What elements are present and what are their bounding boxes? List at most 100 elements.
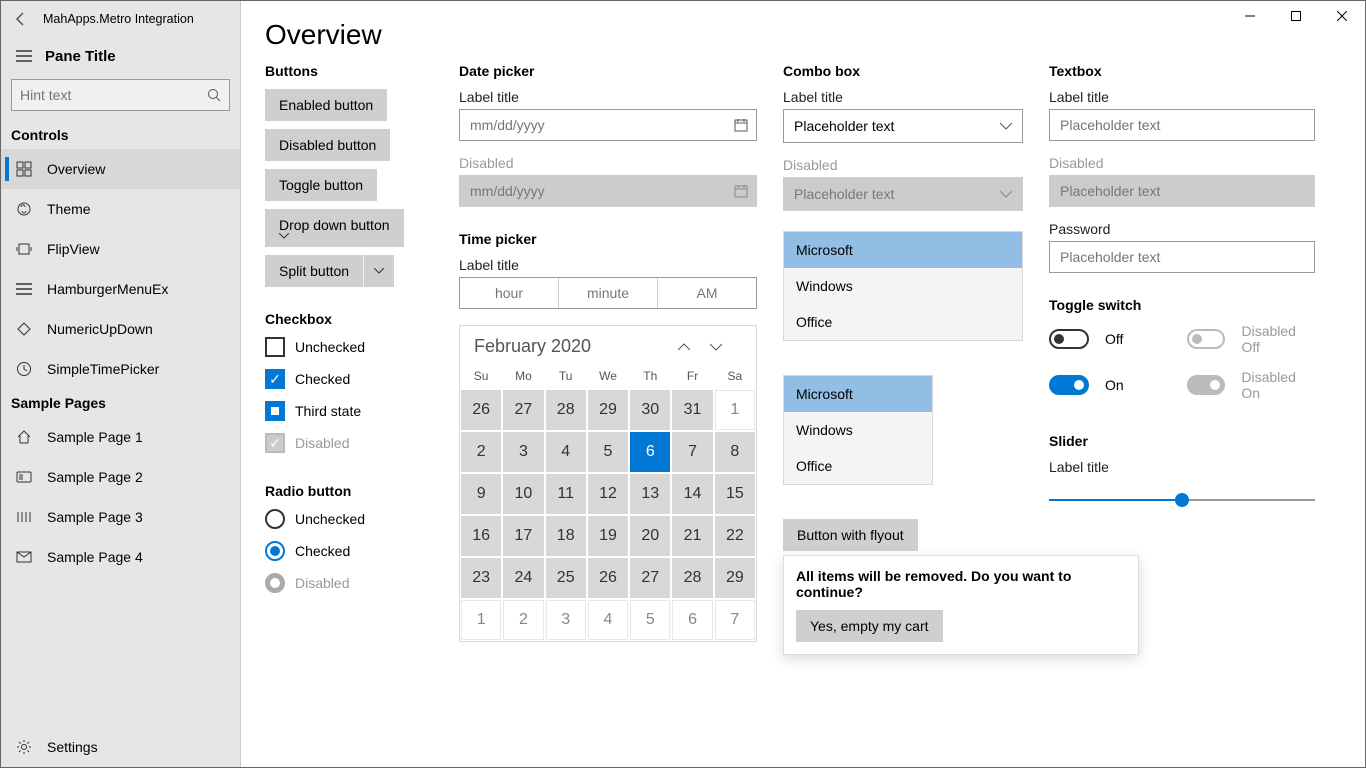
calendar-day[interactable]: 24	[502, 557, 544, 599]
calendar-day[interactable]: 3	[502, 431, 544, 473]
calendar-day[interactable]: 23	[460, 557, 502, 599]
calendar-day[interactable]: 18	[545, 515, 587, 557]
calendar-day[interactable]: 20	[629, 515, 671, 557]
calendar-day[interactable]: 11	[545, 473, 587, 515]
flyout-confirm-button[interactable]: Yes, empty my cart	[796, 610, 943, 642]
nav-item-sample-2[interactable]: Sample Page 2	[1, 457, 240, 497]
calendar-day[interactable]: 27	[502, 389, 544, 431]
timepicker-input[interactable]: hour minute AM	[459, 277, 757, 309]
calendar-day[interactable]: 5	[629, 599, 671, 641]
calendar-day[interactable]: 19	[587, 515, 629, 557]
nav-item-sample-3[interactable]: Sample Page 3	[1, 497, 240, 537]
enabled-button[interactable]: Enabled button	[265, 89, 387, 121]
nav-icon	[15, 240, 33, 258]
radio-checked[interactable]: Checked	[265, 541, 433, 561]
calendar-next-button[interactable]	[710, 343, 742, 351]
radio-unchecked[interactable]: Unchecked	[265, 509, 433, 529]
list-item[interactable]: Windows	[784, 412, 932, 448]
calendar-day[interactable]: 31	[671, 389, 713, 431]
calendar-day[interactable]: 28	[545, 389, 587, 431]
calendar-day[interactable]: 14	[671, 473, 713, 515]
calendar-day[interactable]: 17	[502, 515, 544, 557]
calendar-day[interactable]: 21	[671, 515, 713, 557]
calendar-day[interactable]: 29	[714, 557, 756, 599]
calendar-day[interactable]: 4	[545, 431, 587, 473]
combo-disabled-label: Disabled	[783, 157, 1023, 173]
gear-icon	[15, 738, 33, 756]
calendar-day[interactable]: 12	[587, 473, 629, 515]
calendar-day[interactable]: 6	[629, 431, 671, 473]
textbox-disabled-label: Disabled	[1049, 155, 1315, 171]
nav-label: Sample Page 4	[47, 549, 143, 565]
list-item[interactable]: Windows	[784, 268, 1022, 304]
toggle-button[interactable]: Toggle button	[265, 169, 377, 201]
calendar-day[interactable]: 13	[629, 473, 671, 515]
chevron-down-icon[interactable]	[363, 255, 394, 287]
checkbox-unchecked[interactable]: Unchecked	[265, 337, 433, 357]
calendar-day[interactable]: 16	[460, 515, 502, 557]
calendar-day[interactable]: 26	[460, 389, 502, 431]
listbox-narrow[interactable]: MicrosoftWindowsOffice	[783, 375, 933, 485]
nav-item-numericupdown[interactable]: NumericUpDown	[1, 309, 240, 349]
calendar-day[interactable]: 3	[545, 599, 587, 641]
textbox-input[interactable]	[1049, 109, 1315, 141]
calendar-day[interactable]: 25	[545, 557, 587, 599]
calendar[interactable]: February 2020 SuMoTuWeThFrSa262728293031…	[459, 325, 757, 642]
nav-item-theme[interactable]: Theme	[1, 189, 240, 229]
list-item[interactable]: Microsoft	[784, 376, 932, 412]
minimize-button[interactable]	[1227, 1, 1273, 31]
search-input[interactable]	[11, 79, 230, 111]
back-button[interactable]	[9, 7, 33, 31]
calendar-day[interactable]: 15	[714, 473, 756, 515]
toggle-off[interactable]: Off	[1049, 323, 1177, 355]
nav-label: FlipView	[47, 241, 100, 257]
flyout-button[interactable]: Button with flyout	[783, 519, 918, 551]
calendar-day[interactable]: 8	[714, 431, 756, 473]
calendar-day[interactable]: 2	[460, 431, 502, 473]
hamburger-icon[interactable]	[13, 45, 35, 67]
calendar-day[interactable]: 27	[629, 557, 671, 599]
maximize-button[interactable]	[1273, 1, 1319, 31]
nav-item-overview[interactable]: Overview	[1, 149, 240, 189]
checkbox-checked[interactable]: ✓Checked	[265, 369, 433, 389]
calendar-day[interactable]: 2	[502, 599, 544, 641]
calendar-day[interactable]: 22	[714, 515, 756, 557]
calendar-day[interactable]: 7	[714, 599, 756, 641]
list-item[interactable]: Microsoft	[784, 232, 1022, 268]
close-button[interactable]	[1319, 1, 1365, 31]
slider-thumb[interactable]	[1175, 493, 1189, 507]
toggle-on[interactable]: On	[1049, 369, 1177, 401]
calendar-prev-button[interactable]	[678, 343, 710, 351]
nav-item-sample-1[interactable]: Sample Page 1	[1, 417, 240, 457]
calendar-day[interactable]: 6	[671, 599, 713, 641]
nav-item-simpletimepicker[interactable]: SimpleTimePicker	[1, 349, 240, 389]
calendar-day[interactable]: 29	[587, 389, 629, 431]
calendar-month[interactable]: February 2020	[474, 336, 678, 357]
calendar-day[interactable]: 1	[714, 389, 756, 431]
calendar-day[interactable]: 10	[502, 473, 544, 515]
calendar-day[interactable]: 5	[587, 431, 629, 473]
checkbox-thirdstate[interactable]: Third state	[265, 401, 433, 421]
dropdown-button[interactable]: Drop down button	[265, 209, 404, 247]
calendar-day[interactable]: 26	[587, 557, 629, 599]
calendar-day[interactable]: 30	[629, 389, 671, 431]
calendar-day[interactable]: 1	[460, 599, 502, 641]
nav-item-settings[interactable]: Settings	[1, 727, 240, 767]
datepicker-header: Date picker	[459, 63, 757, 79]
combo-input[interactable]: Placeholder text	[783, 109, 1023, 143]
calendar-day[interactable]: 28	[671, 557, 713, 599]
datepicker-input[interactable]	[459, 109, 757, 141]
calendar-icon[interactable]	[726, 118, 756, 132]
password-input[interactable]	[1049, 241, 1315, 273]
list-item[interactable]: Office	[784, 448, 932, 484]
slider[interactable]	[1049, 489, 1315, 513]
calendar-day[interactable]: 9	[460, 473, 502, 515]
listbox[interactable]: MicrosoftWindowsOffice	[783, 231, 1023, 341]
calendar-day[interactable]: 7	[671, 431, 713, 473]
calendar-day[interactable]: 4	[587, 599, 629, 641]
nav-item-hamburgermenuex[interactable]: HamburgerMenuEx	[1, 269, 240, 309]
nav-item-sample-4[interactable]: Sample Page 4	[1, 537, 240, 577]
split-button[interactable]: Split button	[265, 255, 433, 287]
nav-item-flipview[interactable]: FlipView	[1, 229, 240, 269]
list-item[interactable]: Office	[784, 304, 1022, 340]
